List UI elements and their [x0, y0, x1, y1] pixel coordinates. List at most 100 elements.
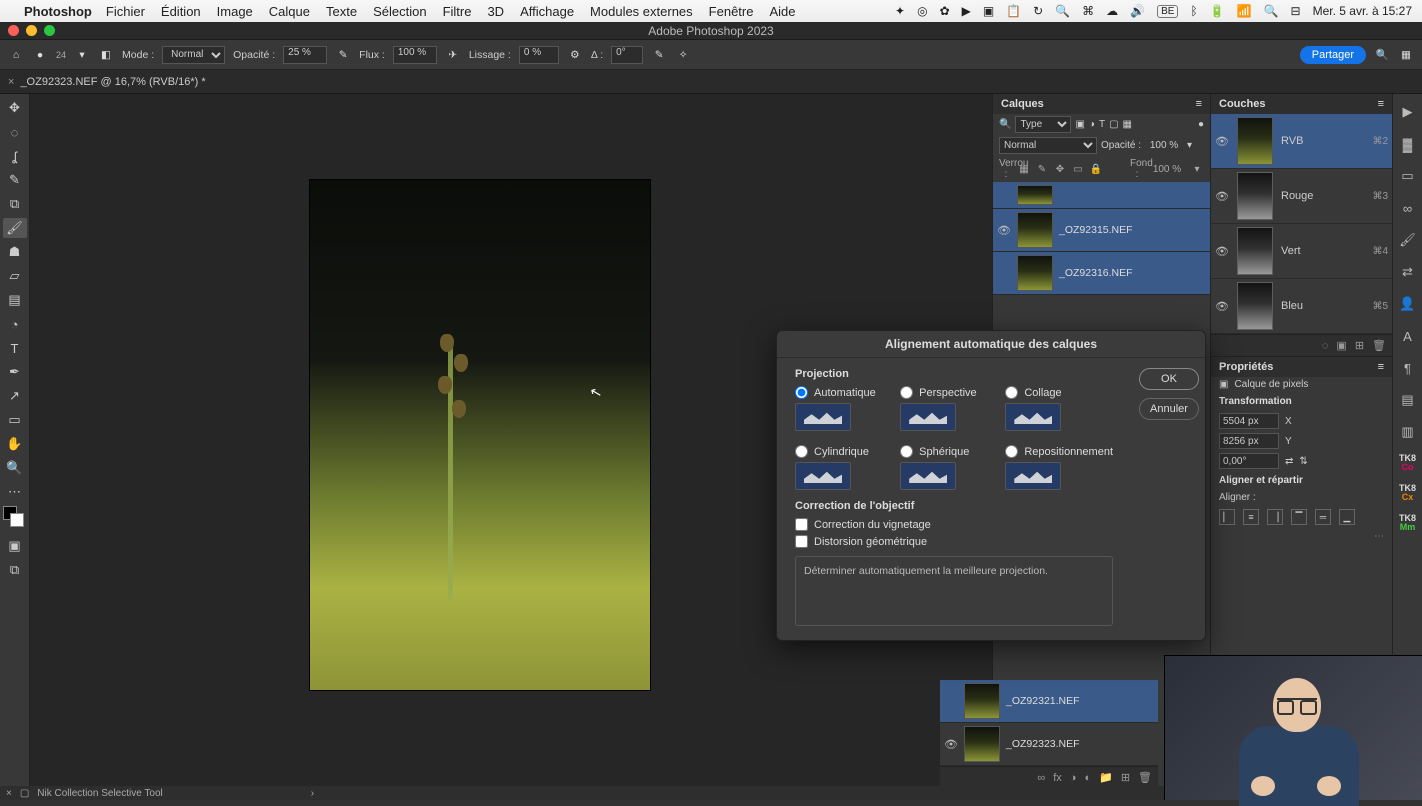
filter-toggle[interactable]: ●	[1198, 119, 1204, 130]
proj-collage-radio[interactable]	[1005, 386, 1018, 399]
status-icon[interactable]: ◎	[917, 4, 927, 18]
vignette-checkbox[interactable]	[795, 518, 808, 531]
pressure-opacity-icon[interactable]: ✎	[335, 47, 351, 63]
status-icon[interactable]: ▣	[983, 4, 994, 18]
status-icon[interactable]: ✿	[940, 4, 950, 18]
frame-icon[interactable]: ▭	[1398, 166, 1418, 186]
delete-layer-icon[interactable]: 🗑	[1138, 771, 1152, 784]
align-left-icon[interactable]: ▏	[1219, 509, 1235, 525]
proj-perspective-radio[interactable]	[900, 386, 913, 399]
close-window[interactable]	[8, 25, 19, 36]
filter-pixel-icon[interactable]: ▣	[1075, 119, 1084, 130]
status-icon[interactable]: ✦	[895, 4, 905, 18]
flip-v-icon[interactable]: ⇅	[1299, 456, 1307, 467]
symmetry-icon[interactable]: ✧	[675, 47, 691, 63]
pressure-size-icon[interactable]: ✎	[651, 47, 667, 63]
layer-item[interactable]: _OZ92316.NEF	[993, 252, 1210, 295]
delete-channel-icon[interactable]: 🗑	[1372, 339, 1386, 352]
document-tab-title[interactable]: _OZ92323.NEF @ 16,7% (RVB/16*) *	[20, 76, 205, 88]
paragraph-icon[interactable]: ¶	[1398, 358, 1418, 378]
link-icon[interactable]: ∞	[1398, 198, 1418, 218]
app-name[interactable]: Photoshop	[24, 4, 92, 19]
dodge-tool[interactable]: ◔	[3, 314, 27, 334]
menu-aide[interactable]: Aide	[769, 4, 795, 19]
layer-filter-type[interactable]: Type	[1015, 116, 1071, 133]
minimize-window[interactable]	[26, 25, 37, 36]
status-icon[interactable]: ↻	[1033, 4, 1043, 18]
menu-modules[interactable]: Modules externes	[590, 4, 693, 19]
lasso-tool[interactable]: ʆ	[3, 146, 27, 166]
lang-badge[interactable]: BE	[1157, 5, 1178, 18]
proj-collage[interactable]: Collage	[1005, 386, 1113, 431]
distortion-checkbox[interactable]	[795, 535, 808, 548]
lock-all-icon[interactable]: 🔒	[1089, 164, 1103, 175]
proj-spherical-radio[interactable]	[900, 445, 913, 458]
visibility-icon[interactable]: 👁	[944, 738, 958, 751]
menu-fenetre[interactable]: Fenêtre	[709, 4, 754, 19]
proj-cylindrical-radio[interactable]	[795, 445, 808, 458]
align-vcenter-icon[interactable]: ═	[1315, 509, 1331, 525]
new-channel-icon[interactable]: ⊞	[1355, 339, 1364, 352]
layer-item[interactable]: 👁 _OZ92315.NEF	[993, 209, 1210, 252]
load-selection-icon[interactable]: ◌	[1322, 340, 1329, 352]
brush-presets-icon[interactable]: 🖌	[1398, 230, 1418, 250]
channel-item[interactable]: 👁 Rouge ⌘3	[1211, 169, 1392, 224]
height-field[interactable]	[1219, 433, 1279, 449]
close-tab-icon[interactable]: ×	[8, 76, 14, 88]
new-layer-icon[interactable]: ⊞	[1121, 771, 1130, 784]
proj-reposition[interactable]: Repositionnement	[1005, 445, 1113, 490]
layer-opacity-value[interactable]: 100 %	[1145, 140, 1183, 151]
control-center-icon[interactable]: ⊟	[1291, 4, 1301, 18]
type-tool[interactable]: T	[3, 338, 27, 358]
status-icon[interactable]: 🔍	[1055, 4, 1070, 18]
layer-name[interactable]: _OZ92323.NEF	[1006, 738, 1080, 750]
lissage-value[interactable]: 0 %	[519, 46, 559, 64]
ok-button[interactable]: OK	[1139, 368, 1199, 390]
lib1-icon[interactable]: ▤	[1398, 390, 1418, 410]
gradient-tool[interactable]: ▤	[3, 290, 27, 310]
zoom-window[interactable]	[44, 25, 55, 36]
angle-field[interactable]	[1219, 453, 1279, 469]
proj-perspective[interactable]: Perspective	[900, 386, 995, 431]
brush-preset-icon[interactable]: ●	[32, 47, 48, 63]
proj-spherical[interactable]: Sphérique	[900, 445, 995, 490]
smoothing-gear-icon[interactable]: ⚙	[567, 47, 583, 63]
layer-name[interactable]: _OZ92321.NEF	[1006, 695, 1080, 707]
people-icon[interactable]: 👤	[1398, 294, 1418, 314]
menu-affichage[interactable]: Affichage	[520, 4, 574, 19]
lock-artb-icon[interactable]: ▭	[1071, 164, 1085, 175]
align-bottom-icon[interactable]: ▁	[1339, 509, 1355, 525]
shape-tool[interactable]: ▭	[3, 410, 27, 430]
group-icon[interactable]: 📁	[1099, 771, 1113, 784]
wifi-icon[interactable]: 📶	[1237, 4, 1252, 18]
channels-panel-title[interactable]: Couches	[1219, 98, 1265, 110]
channel-item[interactable]: 👁 Vert ⌘4	[1211, 224, 1392, 279]
filter-smart-icon[interactable]: ▦	[1123, 119, 1132, 130]
link-layers-icon[interactable]: ∞	[1037, 772, 1045, 784]
battery-icon[interactable]: 🔋	[1210, 4, 1225, 18]
share-button[interactable]: Partager	[1300, 46, 1366, 64]
layer-name[interactable]: _OZ92315.NEF	[1059, 224, 1133, 236]
stamp-tool[interactable]: ☗	[3, 242, 27, 262]
mask-icon[interactable]: ◑	[1070, 772, 1077, 784]
eraser-tool[interactable]: ▱	[3, 266, 27, 286]
play-icon[interactable]: ▶	[1398, 102, 1418, 122]
menu-image[interactable]: Image	[217, 4, 253, 19]
flip-h-icon[interactable]: ⇄	[1285, 456, 1293, 467]
opacity-value[interactable]: 25 %	[283, 46, 327, 64]
move-tool[interactable]: ✥	[3, 98, 27, 118]
visibility-icon[interactable]: 👁	[1215, 135, 1229, 148]
save-selection-icon[interactable]: ▣	[1336, 339, 1346, 352]
properties-title[interactable]: Propriétés	[1219, 361, 1273, 373]
lock-pos-icon[interactable]: ✥	[1053, 164, 1067, 175]
document-canvas[interactable]	[310, 180, 650, 690]
menu-texte[interactable]: Texte	[326, 4, 357, 19]
spotlight-icon[interactable]: 🔍	[1264, 4, 1279, 18]
path-tool[interactable]: ↗	[3, 386, 27, 406]
filter-adjust-icon[interactable]: ◑	[1089, 119, 1095, 130]
brush-dropdown-icon[interactable]: ▾	[74, 47, 90, 63]
quick-mask[interactable]: ▣	[3, 536, 27, 556]
align-right-icon[interactable]: ▕	[1267, 509, 1283, 525]
proj-reposition-radio[interactable]	[1005, 445, 1018, 458]
marquee-tool[interactable]: ◌	[3, 122, 27, 142]
